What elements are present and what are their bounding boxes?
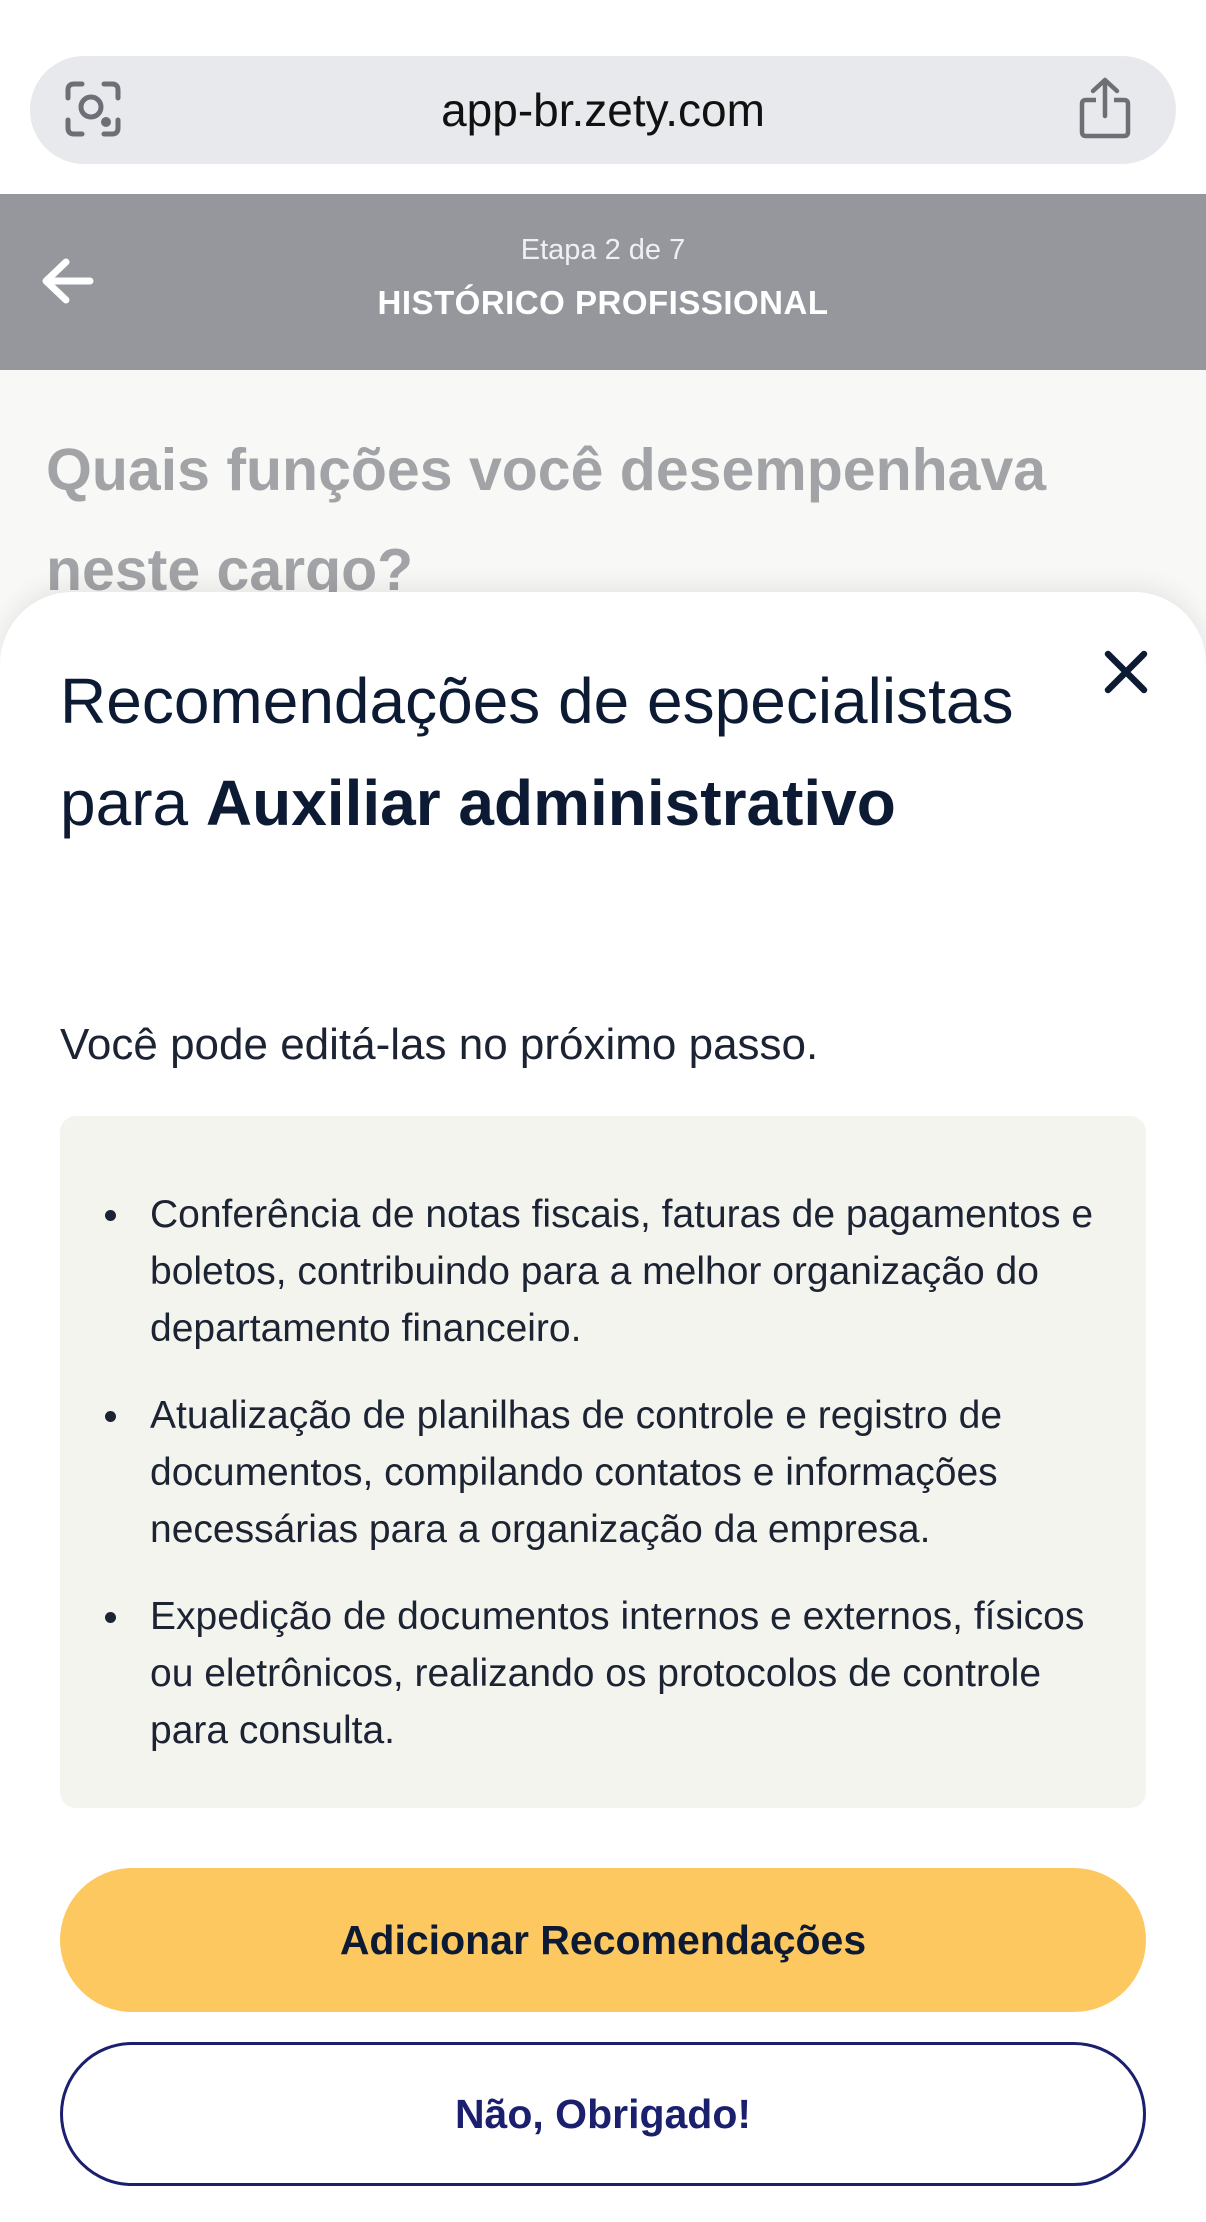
recommendation-item: Conferência de notas fiscais, faturas de… (105, 1186, 1100, 1357)
modal-subtitle: Você pode editá-las no próximo passo. (60, 1020, 819, 1069)
background-question: Quais funções você desempenhava neste ca… (46, 437, 1047, 603)
close-icon[interactable] (1100, 646, 1152, 698)
page: app-br.zety.com Etapa 2 de 7 HISTÓRICO P… (0, 0, 1206, 2222)
browser-bar: app-br.zety.com (0, 0, 1206, 194)
share-icon[interactable] (1078, 76, 1132, 140)
address-bar[interactable]: app-br.zety.com (30, 56, 1176, 164)
recommendation-item: Expedição de documentos internos e exter… (105, 1588, 1100, 1759)
add-recommendations-button[interactable]: Adicionar Recomendações (60, 1868, 1146, 2012)
recommendations-list: Conferência de notas fiscais, faturas de… (105, 1186, 1100, 1789)
step-header (0, 194, 1206, 370)
recommendation-item: Atualização de planilhas de controle e r… (105, 1387, 1100, 1558)
step-indicator: Etapa 2 de 7 (520, 234, 686, 266)
modal-title: Recomendações de especialistas para Auxi… (60, 650, 1060, 854)
modal-title-job: Auxiliar administrativo (205, 767, 896, 839)
lens-icon[interactable] (64, 80, 122, 138)
url-text[interactable]: app-br.zety.com (30, 56, 1176, 164)
step-title: HISTÓRICO PROFISSIONAL (377, 284, 829, 321)
no-thanks-button[interactable]: Não, Obrigado! (60, 2042, 1146, 2186)
